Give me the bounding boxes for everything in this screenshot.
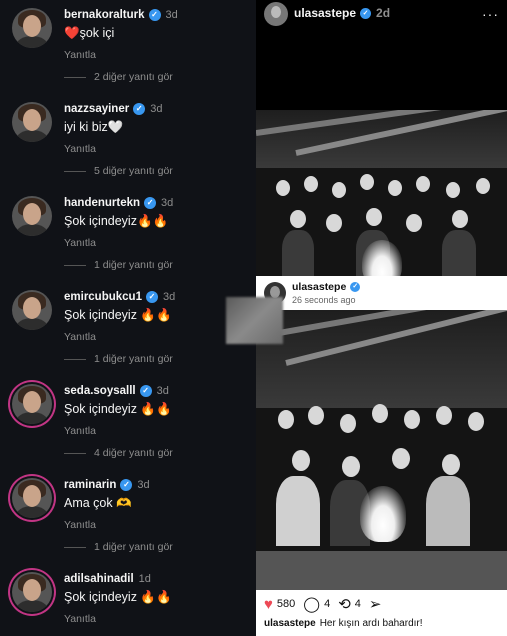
commenter-avatar[interactable] (12, 196, 52, 236)
caption-username[interactable]: ulasastepe (264, 618, 316, 629)
comment-item: nazzsayiner ✓ 3d iyi ki biz🤍 Yanıtla 5 diğer … (0, 94, 256, 188)
more-replies-label: 2 diğer yanıtı gör (94, 71, 173, 83)
view-more-replies-button[interactable]: 1 diğer yanıtı gör (64, 540, 173, 554)
like-count: 580 (276, 598, 296, 610)
reply-button[interactable]: Yanıtla (64, 519, 96, 531)
commenter-avatar[interactable] (12, 290, 52, 330)
more-replies-label: 1 diğer yanıtı gör (94, 541, 173, 553)
comment-time: 3d (165, 9, 178, 21)
view-more-replies-button[interactable]: 1 diğer yanıtı gör (64, 258, 173, 272)
post-caption: ulasastepe Her kışın ardı bahardır! (256, 618, 507, 636)
verified-badge-icon: ✓ (148, 9, 161, 21)
post-panel: ulasastepe ✓ 2d ··· ulasastepe ✓ 26 seco… (256, 0, 507, 636)
repost-count: 4 (354, 598, 361, 610)
repost-icon[interactable]: ⟲ (338, 597, 351, 612)
more-replies-label: 1 diğer yanıtı gör (94, 353, 173, 365)
comment-text: ❤️şok içi (64, 26, 115, 40)
repost-time: 26 seconds ago (292, 295, 356, 305)
like-button[interactable]: ♥ 580 (264, 597, 295, 612)
commenter-username[interactable]: handenurtekn (64, 197, 140, 209)
commenter-avatar[interactable] (12, 384, 52, 424)
more-options-icon[interactable]: ··· (482, 6, 499, 22)
comment-item: emircubukcu1 ✓ 3d Şok içindeyiz 🔥🔥 Yanıtla 1 … (0, 282, 256, 376)
more-replies-label: 4 diğer yanıtı gör (94, 447, 173, 459)
repost-author-name[interactable]: ulasastepe (292, 281, 346, 293)
commenter-avatar[interactable] (12, 102, 52, 142)
verified-badge-icon: ✓ (139, 385, 152, 397)
reply-button[interactable]: Yanıtla (64, 425, 96, 437)
commenter-username[interactable]: raminarin (64, 479, 116, 491)
blurred-overlay (226, 297, 283, 344)
comment-header: handenurtekn ✓ 3d (64, 195, 173, 211)
comment-icon[interactable]: ◯ (303, 597, 320, 612)
comment-text: iyi ki biz🤍 (64, 120, 124, 134)
share-button[interactable]: ➢ (369, 597, 386, 612)
share-icon[interactable]: ➢ (369, 597, 382, 612)
comment-header: seda.soysalll ✓ 3d (64, 383, 169, 399)
commenter-username[interactable]: bernakoralturk (64, 9, 145, 21)
view-more-replies-button[interactable]: 5 diğer yanıtı gör (64, 164, 173, 178)
view-more-replies-button[interactable]: 2 diğer yanıtı gör (64, 70, 173, 84)
commenter-username[interactable]: seda.soysalll (64, 385, 136, 397)
post-photo-top (256, 110, 507, 276)
post-photo-main[interactable] (256, 310, 507, 590)
reply-button[interactable]: Yanıtla (64, 237, 96, 249)
reply-button[interactable]: Yanıtla (64, 49, 96, 61)
repost-author[interactable]: ulasastepe ✓ (292, 281, 361, 293)
comment-text: Şok içindeyiz 🔥🔥 (64, 402, 172, 416)
comment-header: raminarin ✓ 3d (64, 477, 150, 493)
reply-button[interactable]: Yanıtla (64, 613, 96, 625)
comment-item: seda.soysalll ✓ 3d Şok içindeyiz 🔥🔥 Yanıtla 4… (0, 376, 256, 470)
comment-time: 3d (161, 197, 174, 209)
comment-header: nazzsayiner ✓ 3d (64, 101, 162, 117)
commenter-username[interactable]: adilsahinadil (64, 573, 134, 585)
post-actions: ♥ 580 ◯ 4 ⟲ 4 ➢ (256, 590, 507, 618)
verified-badge-icon: ✓ (144, 197, 157, 209)
comment-header: emircubukcu1 ✓ 3d (64, 289, 175, 305)
commenter-username[interactable]: emircubukcu1 (64, 291, 142, 303)
comment-header: adilsahinadil 1d (64, 571, 151, 587)
comment-button[interactable]: ◯ 4 (303, 597, 330, 612)
more-replies-label: 5 diğer yanıtı gör (94, 165, 173, 177)
repost-button[interactable]: ⟲ 4 (338, 597, 361, 612)
reply-button[interactable]: Yanıtla (64, 143, 96, 155)
post-author-avatar[interactable] (264, 2, 288, 26)
comment-item: bernakoralturk ✓ 3d ❤️şok içi Yanıtla 2 diğer… (0, 0, 256, 94)
reply-button[interactable]: Yanıtla (64, 331, 96, 343)
comment-item: raminarin ✓ 3d Ama çok 🫶 Yanıtla 1 diğer yanı… (0, 470, 256, 564)
comment-time: 3d (156, 385, 169, 397)
verified-badge-icon: ✓ (350, 282, 361, 292)
post-author[interactable]: ulasastepe ✓ 2d (294, 6, 390, 20)
repost-header: ulasastepe ✓ 26 seconds ago (256, 276, 507, 310)
comment-item: adilsahinadil 1d Şok içindeyiz 🔥🔥 Yanıtla (0, 564, 256, 636)
comments-panel: bernakoralturk ✓ 3d ❤️şok içi Yanıtla 2 diğer… (0, 0, 256, 636)
view-more-replies-button[interactable]: 4 diğer yanıtı gör (64, 446, 173, 460)
comment-text: Şok içindeyiz 🔥🔥 (64, 308, 172, 322)
commenter-avatar[interactable] (12, 572, 52, 612)
comment-text: Şok içindeyiz🔥🔥 (64, 214, 169, 228)
comment-time: 3d (162, 291, 176, 303)
comment-time: 3d (150, 103, 163, 115)
post-author-name[interactable]: ulasastepe (294, 6, 356, 20)
view-more-replies-button[interactable]: 1 diğer yanıtı gör (64, 352, 173, 366)
comment-text: Şok içindeyiz 🔥🔥 (64, 590, 172, 604)
more-replies-label: 1 diğer yanıtı gör (94, 259, 173, 271)
verified-badge-icon: ✓ (120, 479, 133, 491)
caption-text: Her kışın ardı bahardır! (319, 618, 423, 629)
comment-text: Ama çok 🫶 (64, 496, 132, 510)
comment-item: handenurtekn ✓ 3d Şok içindeyiz🔥🔥 Yanıtla 1 d… (0, 188, 256, 282)
verified-badge-icon: ✓ (360, 7, 372, 19)
commenter-username[interactable]: nazzsayiner (64, 103, 129, 115)
commenter-avatar[interactable] (12, 478, 52, 518)
comment-time: 1d (138, 573, 151, 585)
comment-header: bernakoralturk ✓ 3d (64, 7, 178, 23)
post-header: ulasastepe ✓ 2d ··· (256, 0, 507, 40)
heart-icon[interactable]: ♥ (264, 597, 273, 612)
post-time: 2d (376, 6, 391, 20)
verified-badge-icon: ✓ (133, 103, 146, 115)
comment-time: 3d (137, 479, 150, 491)
commenter-avatar[interactable] (12, 8, 52, 48)
verified-badge-icon: ✓ (145, 291, 158, 303)
comment-count: 4 (324, 598, 331, 610)
